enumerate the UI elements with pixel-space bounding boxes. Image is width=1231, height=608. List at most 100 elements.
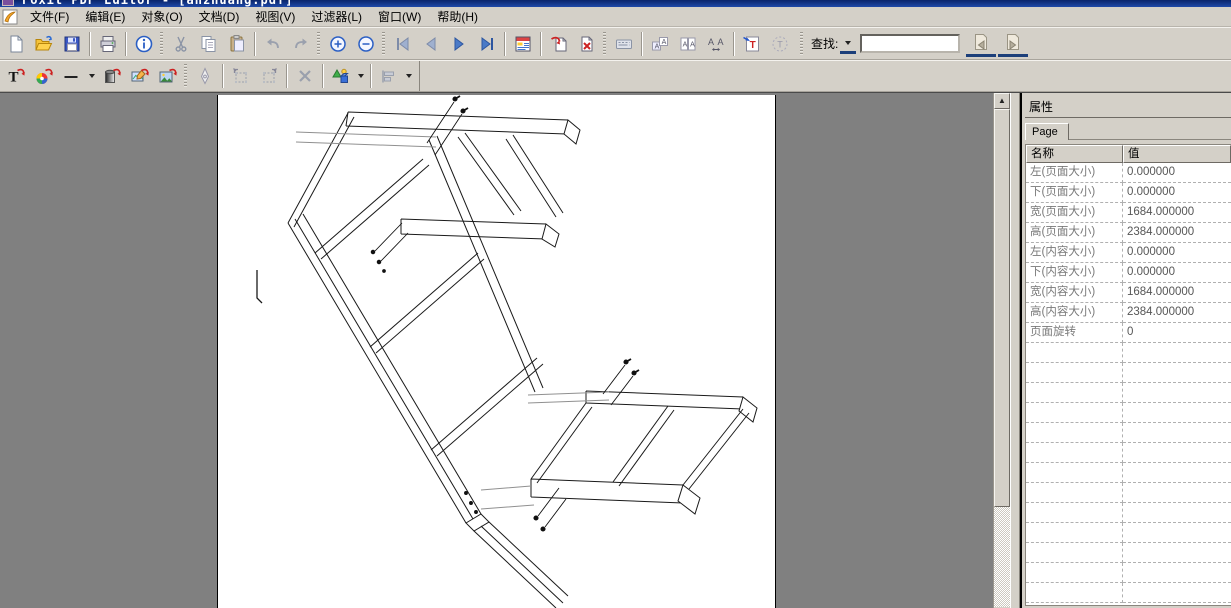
insert-shape-button[interactable]	[327, 63, 355, 89]
toolbar-main-band: AAAAAATT	[0, 28, 798, 59]
document-workspace[interactable]	[0, 93, 993, 608]
font-replace-button[interactable]: AA	[646, 31, 674, 57]
property-value[interactable]: 2384.000000	[1123, 223, 1231, 243]
document-window-icon[interactable]	[2, 9, 18, 25]
edit-path-button[interactable]	[191, 63, 219, 89]
edit-color-button[interactable]	[30, 63, 58, 89]
toolbar-grip[interactable]	[799, 32, 804, 56]
toolbar-grip[interactable]	[381, 32, 386, 56]
toolbar-grip[interactable]	[183, 64, 188, 88]
property-value[interactable]: 0	[1123, 323, 1231, 343]
empty-row	[1026, 423, 1231, 443]
svg-text:A: A	[718, 37, 724, 47]
empty-row	[1026, 403, 1231, 423]
edit-image-button[interactable]	[126, 63, 154, 89]
find-input[interactable]	[860, 34, 960, 53]
property-row-5[interactable]: 下(内容大小)0.000000	[1026, 263, 1231, 283]
undo-button[interactable]	[259, 31, 287, 57]
insert-page-button[interactable]	[545, 31, 573, 57]
toolbar-main: AAAAAATT 查找:	[0, 27, 1231, 60]
menu-item-7[interactable]: 帮助(H)	[429, 6, 486, 27]
open-file-button[interactable]	[30, 31, 58, 57]
save-file-button[interactable]	[58, 31, 86, 57]
menu-item-2[interactable]: 对象(O)	[133, 6, 190, 27]
property-row-7[interactable]: 高(内容大小)2384.000000	[1026, 303, 1231, 323]
property-row-8[interactable]: 页面旋转0	[1026, 323, 1231, 343]
prev-page-button[interactable]	[417, 31, 445, 57]
last-page-button[interactable]	[473, 31, 501, 57]
toolbar-grip[interactable]	[159, 32, 164, 56]
paste-button[interactable]	[223, 31, 251, 57]
empty-name-cell	[1026, 483, 1123, 503]
column-header-value[interactable]: 值	[1123, 145, 1231, 163]
property-row-4[interactable]: 左(内容大小)0.000000	[1026, 243, 1231, 263]
scrollbar-up-arrow[interactable]: ▲	[994, 93, 1010, 109]
cut-button[interactable]	[167, 31, 195, 57]
zoom-out-button[interactable]	[352, 31, 380, 57]
delete-object-button[interactable]	[291, 63, 319, 89]
find-dropdown[interactable]	[840, 33, 856, 54]
menu-item-3[interactable]: 文档(D)	[191, 6, 248, 27]
menu-items: 文件(F)编辑(E)对象(O)文档(D)视图(V)过滤器(L)窗口(W)帮助(H…	[22, 6, 486, 27]
find-prev-page-button[interactable]	[966, 31, 996, 57]
property-row-0[interactable]: 左(页面大小)0.000000	[1026, 163, 1231, 183]
add-text-box-button[interactable]: T	[738, 31, 766, 57]
menu-item-5[interactable]: 过滤器(L)	[303, 6, 370, 27]
document-info-button[interactable]	[130, 31, 158, 57]
property-value[interactable]: 1684.000000	[1123, 283, 1231, 303]
toolbar-grip[interactable]	[602, 32, 607, 56]
scrollbar-track[interactable]	[994, 507, 1010, 607]
edit-text-icon: T	[6, 66, 26, 86]
edit-text-button[interactable]: T	[2, 63, 30, 89]
copy-button[interactable]	[195, 31, 223, 57]
menu-item-0[interactable]: 文件(F)	[22, 6, 77, 27]
vertical-scrollbar: ▲	[993, 93, 1010, 608]
redo-button[interactable]	[287, 31, 315, 57]
new-file-button[interactable]	[2, 31, 30, 57]
panel-divider[interactable]	[1010, 93, 1020, 608]
line-style-button[interactable]	[58, 63, 86, 89]
pdf-page[interactable]	[217, 95, 776, 608]
delete-page-button[interactable]	[573, 31, 601, 57]
virtual-keyboard-button[interactable]	[610, 31, 638, 57]
add-image-icon	[158, 66, 178, 86]
property-value[interactable]: 1684.000000	[1123, 203, 1231, 223]
text-circle-button[interactable]: T	[766, 31, 794, 57]
property-value[interactable]: 0.000000	[1123, 163, 1231, 183]
chevron-down-icon[interactable]	[358, 74, 364, 78]
find-toolbar: 查找:	[807, 28, 1028, 59]
scrollbar-thumb[interactable]	[994, 109, 1010, 507]
menu-item-4[interactable]: 视图(V)	[247, 6, 303, 27]
add-image-button[interactable]	[154, 63, 182, 89]
find-next-page-button[interactable]	[998, 31, 1028, 57]
toolbar-grip[interactable]	[316, 32, 321, 56]
font-vertical-icon: AA	[678, 34, 698, 54]
property-value[interactable]: 0.000000	[1123, 243, 1231, 263]
first-page-button[interactable]	[389, 31, 417, 57]
print-button[interactable]	[94, 31, 122, 57]
chevron-down-icon[interactable]	[89, 74, 95, 78]
property-value[interactable]: 2384.000000	[1123, 303, 1231, 323]
align-objects-button[interactable]	[375, 63, 403, 89]
property-row-6[interactable]: 宽(内容大小)1684.000000	[1026, 283, 1231, 303]
menu-item-6[interactable]: 窗口(W)	[370, 6, 429, 27]
font-vertical-button[interactable]: AA	[674, 31, 702, 57]
property-row-3[interactable]: 高(页面大小)2384.000000	[1026, 223, 1231, 243]
zoom-in-button[interactable]	[324, 31, 352, 57]
property-value[interactable]: 0.000000	[1123, 263, 1231, 283]
column-header-name[interactable]: 名称	[1026, 145, 1123, 163]
next-page-button[interactable]	[445, 31, 473, 57]
edit-shading-button[interactable]	[98, 63, 126, 89]
font-spacing-icon: AA	[706, 34, 726, 54]
tab-page[interactable]: Page	[1025, 123, 1069, 140]
menu-item-1[interactable]: 编辑(E)	[77, 6, 133, 27]
chevron-down-icon[interactable]	[406, 74, 412, 78]
font-spacing-button[interactable]: AA	[702, 31, 730, 57]
transform-next-button[interactable]	[255, 63, 283, 89]
property-row-2[interactable]: 宽(页面大小)1684.000000	[1026, 203, 1231, 223]
property-row-1[interactable]: 下(页面大小)0.000000	[1026, 183, 1231, 203]
property-value[interactable]: 0.000000	[1123, 183, 1231, 203]
empty-row	[1026, 523, 1231, 543]
page-layout-button[interactable]	[509, 31, 537, 57]
transform-prev-button[interactable]	[227, 63, 255, 89]
